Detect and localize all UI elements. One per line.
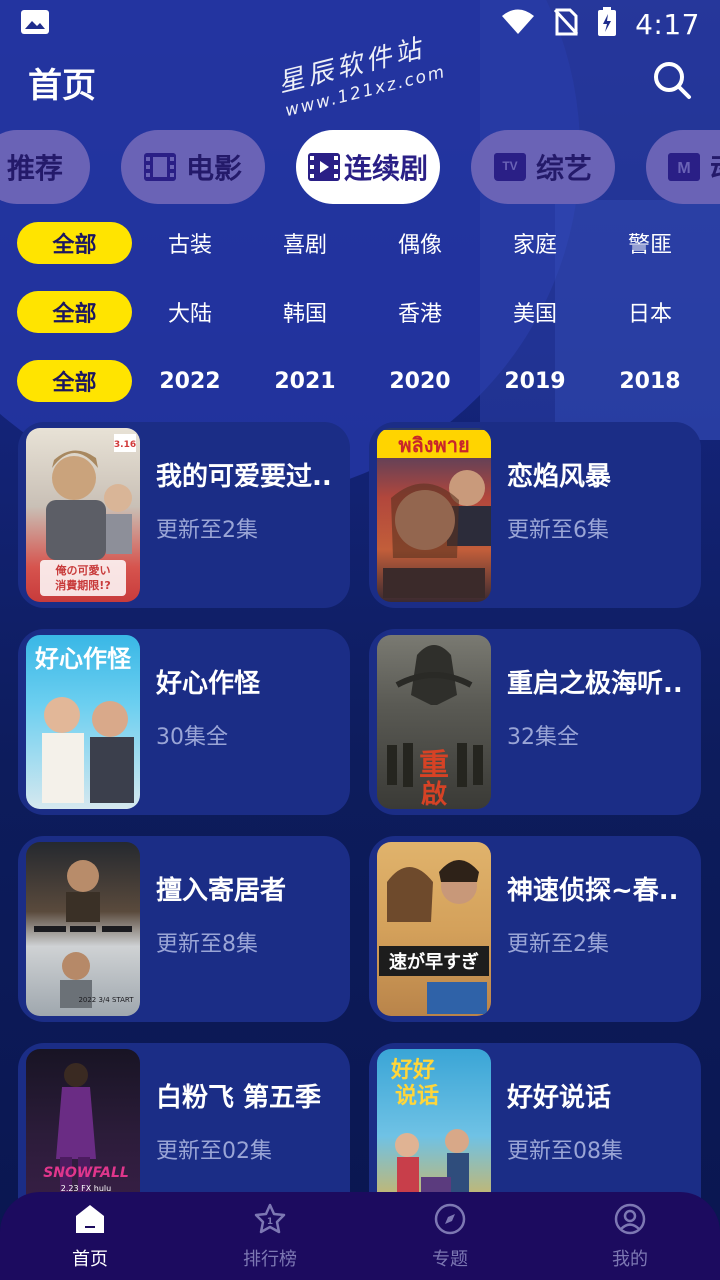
nav-ranking[interactable]: 1 排行榜 [180, 1192, 360, 1280]
poster-text: 啟 [421, 780, 447, 809]
show-card[interactable]: 2022 3/4 START 擅入寄居者 更新至8集 [18, 836, 350, 1022]
filter-genre-item[interactable]: 古装 [140, 222, 240, 264]
tab-label: 电影 [185, 152, 242, 185]
show-card[interactable]: 速が早すぎ 神速侦探~春.. 更新至2集 [369, 836, 701, 1022]
poster-text: 好好 [390, 1057, 435, 1083]
no-sim-icon [553, 8, 579, 40]
filter-region-all[interactable]: 全部 [17, 291, 132, 333]
filter-region-item[interactable]: 韩国 [255, 291, 355, 333]
poster-text: พลิงพาย [398, 433, 469, 457]
filter-genre-item[interactable]: 家庭 [485, 222, 585, 264]
poster-image: 好心作怪 [26, 635, 140, 809]
nav-label: 首页 [72, 1248, 108, 1270]
poster-image: 速が早すぎ [377, 842, 491, 1016]
tab-label: 推荐 [6, 152, 63, 185]
filter-year-all[interactable]: 全部 [17, 360, 132, 402]
wifi-icon [501, 9, 535, 39]
show-title: 好好说话 [507, 1083, 612, 1113]
episode-status: 32集全 [507, 725, 579, 750]
tab-label: 动漫 [710, 147, 720, 187]
tab-label: 连续剧 [343, 152, 428, 185]
show-title: 好心作怪 [156, 669, 261, 699]
filter-year-item[interactable]: 2020 [370, 360, 470, 402]
bottom-nav: 首页 1 排行榜 专题 我的 [0, 1192, 720, 1280]
svg-text:1: 1 [267, 1217, 273, 1227]
home-icon [73, 1202, 107, 1241]
episode-status: 更新至2集 [156, 518, 258, 543]
show-title: 恋焰风暴 [507, 462, 612, 492]
episode-status: 更新至8集 [156, 932, 258, 957]
user-icon [613, 1202, 647, 1241]
poster-text: 说话 [395, 1083, 439, 1109]
show-card[interactable]: 好心作怪 好心作怪 30集全 [18, 629, 350, 815]
show-title: 白粉飞 第五季 [156, 1083, 322, 1113]
filter-region: 全部 大陆 韩国 香港 美国 日本 [0, 291, 720, 335]
svg-text:M: M [677, 160, 690, 177]
play-film-icon [307, 153, 340, 181]
filter-region-item[interactable]: 大陆 [140, 291, 240, 333]
poster-text: 消費期限!? [55, 578, 110, 592]
channel-tabs: 推荐 电影 连续剧 TV 综艺 M 动漫 [0, 130, 720, 206]
filter-genre: 全部 古装 喜剧 偶像 家庭 警匪 [0, 222, 720, 266]
tab-variety[interactable]: TV 综艺 [471, 130, 615, 204]
filter-year-item[interactable]: 2021 [255, 360, 355, 402]
tv-icon: TV [493, 153, 526, 181]
poster-text: 速が早すぎ [389, 951, 479, 973]
poster-image: 3.16 俺の可愛い 消費期限!? [26, 428, 140, 602]
show-card[interactable]: 3.16 俺の可愛い 消費期限!? 我的可爱要过.. 更新至2集 [18, 422, 350, 608]
poster-text: 好心作怪 [34, 645, 132, 673]
nav-topics[interactable]: 专题 [360, 1192, 540, 1280]
nav-home[interactable]: 首页 [0, 1192, 180, 1280]
battery-charging-icon [597, 7, 617, 41]
episode-status: 更新至08集 [507, 1139, 623, 1164]
nav-label: 排行榜 [243, 1248, 297, 1270]
episode-status: 30集全 [156, 725, 228, 750]
filter-genre-item[interactable]: 喜剧 [255, 222, 355, 264]
show-title: 擅入寄居者 [156, 876, 287, 906]
poster-text: 3.16 [114, 440, 136, 450]
filter-region-item[interactable]: 美国 [485, 291, 585, 333]
episode-status: 更新至2集 [507, 932, 609, 957]
filter-year-item[interactable]: 2018 [600, 360, 700, 402]
m-icon: M [668, 153, 700, 181]
filter-year-item[interactable]: 2019 [485, 360, 585, 402]
filter-genre-all[interactable]: 全部 [17, 222, 132, 264]
star-ranking-icon: 1 [253, 1202, 287, 1241]
compass-icon [433, 1202, 467, 1241]
film-icon [143, 153, 176, 181]
nav-label: 专题 [432, 1248, 468, 1270]
nav-profile[interactable]: 我的 [540, 1192, 720, 1280]
poster-text: SNOWFALL [43, 1165, 129, 1181]
filter-region-item[interactable]: 香港 [370, 291, 470, 333]
clock: 4:17 [635, 7, 700, 41]
poster-text: 俺の可愛い [55, 563, 111, 577]
tab-movies[interactable]: 电影 [121, 130, 265, 204]
status-bar: 4:17 [0, 0, 720, 48]
tab-label: 综艺 [535, 152, 592, 185]
tab-recommend[interactable]: 推荐 [0, 130, 90, 204]
show-title: 重启之极海听.. [507, 669, 683, 699]
poster-image: 重 啟 [377, 635, 491, 809]
filter-year: 全部 2022 2021 2020 2019 2018 [0, 360, 720, 404]
show-card[interactable]: พลิงพาย 恋焰风暴 更新至6集 [369, 422, 701, 608]
filter-year-item[interactable]: 2022 [140, 360, 240, 402]
gallery-notification-icon [20, 9, 50, 39]
tab-series[interactable]: 连续剧 [296, 130, 440, 204]
nav-label: 我的 [612, 1248, 648, 1270]
episode-status: 更新至6集 [507, 518, 609, 543]
show-card[interactable]: 重 啟 重启之极海听.. 32集全 [369, 629, 701, 815]
svg-text:TV: TV [502, 159, 517, 173]
poster-image: พลิงพาย [377, 428, 491, 602]
episode-status: 更新至02集 [156, 1139, 272, 1164]
tab-anime[interactable]: M 动漫 [646, 130, 720, 204]
filter-region-item[interactable]: 日本 [600, 291, 700, 333]
poster-text: 2022 3/4 START [78, 996, 134, 1004]
filter-genre-item[interactable]: 偶像 [370, 222, 470, 264]
poster-text: 重 [419, 748, 449, 783]
search-icon[interactable] [652, 60, 692, 104]
filter-genre-item[interactable]: 警匪 [600, 222, 700, 264]
poster-image: 2022 3/4 START [26, 842, 140, 1016]
show-title: 神速侦探~春.. [507, 876, 679, 906]
show-title: 我的可爱要过.. [156, 462, 332, 492]
